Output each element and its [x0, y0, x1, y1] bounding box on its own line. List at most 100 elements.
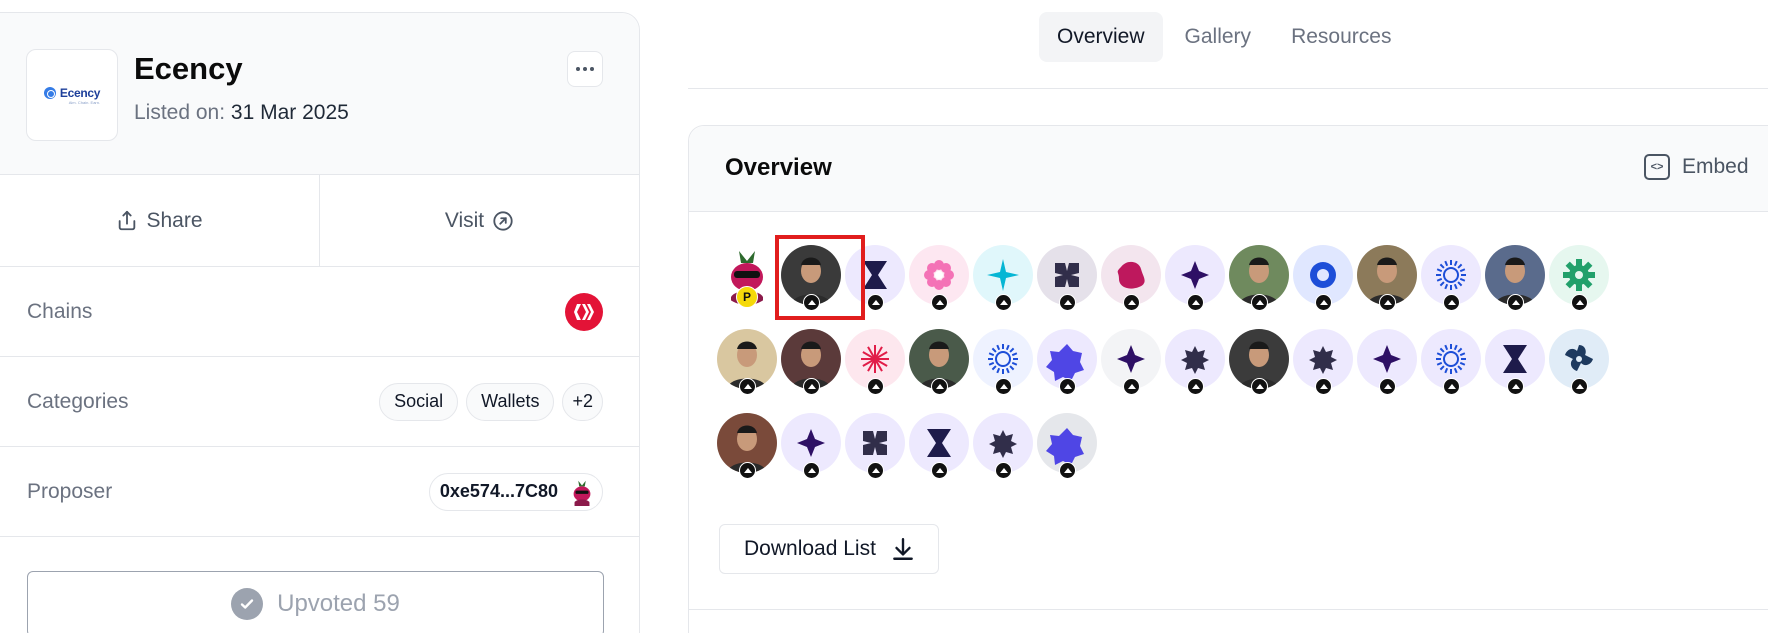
- upvote-arrow-icon: [1187, 378, 1204, 395]
- upvote-arrow-icon: [1443, 294, 1460, 311]
- voter-avatar[interactable]: [717, 413, 777, 479]
- voter-avatar[interactable]: [1485, 329, 1545, 395]
- proposer-avatar: [568, 477, 596, 506]
- voter-avatar[interactable]: [1229, 245, 1289, 311]
- voter-avatar[interactable]: [1485, 245, 1545, 311]
- voter-avatar[interactable]: [1037, 413, 1097, 479]
- check-icon: [231, 588, 264, 620]
- upvote-arrow-icon: [1251, 378, 1268, 395]
- share-icon: [119, 210, 136, 230]
- proposer-row: Proposer 0xe574...7C80: [0, 447, 639, 537]
- listed-label: Listed on:: [134, 101, 226, 124]
- hive-icon[interactable]: [565, 292, 603, 331]
- voter-avatar[interactable]: [909, 413, 969, 479]
- proposer-chip[interactable]: 0xe574...7C80: [428, 472, 603, 511]
- more-options-button[interactable]: [567, 51, 603, 87]
- logo-text: Ecency: [59, 85, 101, 100]
- voter-avatar[interactable]: [845, 329, 905, 395]
- voter-avatar[interactable]: [909, 329, 969, 395]
- upvote-arrow-icon: [1059, 462, 1076, 479]
- voter-avatar[interactable]: [1165, 329, 1225, 395]
- voter-avatar[interactable]: [1421, 329, 1481, 395]
- voter-avatar[interactable]: [1165, 245, 1225, 311]
- project-title: Ecency: [134, 51, 243, 86]
- upvote-arrow-icon: [1059, 378, 1076, 395]
- logo-tagline: Aim. Chain. Earn.: [68, 99, 101, 105]
- upvote-arrow-icon: [1251, 294, 1268, 311]
- voter-avatar[interactable]: [717, 329, 777, 395]
- upvote-arrow-icon: [1315, 294, 1332, 311]
- upvote-arrow-icon: [1571, 378, 1588, 395]
- upvote-arrow-icon: [931, 294, 948, 311]
- voter-avatar[interactable]: [1549, 245, 1609, 311]
- category-chip-more[interactable]: +2: [562, 382, 603, 421]
- categories-row: Categories Social Wallets +2: [0, 357, 639, 447]
- embed-label: Embed: [1682, 155, 1749, 178]
- download-list-button[interactable]: Download List: [719, 524, 939, 574]
- upvote-arrow-icon: [867, 378, 884, 395]
- voter-avatar[interactable]: [781, 413, 841, 479]
- overview-header: Overview <> Embed: [689, 126, 1768, 212]
- voter-avatar[interactable]: [1293, 245, 1353, 311]
- voter-avatar[interactable]: [909, 245, 969, 311]
- voter-avatar[interactable]: [781, 329, 841, 395]
- upvote-arrow-icon: [1123, 294, 1140, 311]
- proposer-badge: P: [736, 286, 758, 308]
- upvote-arrow-icon: [1379, 378, 1396, 395]
- tab-overview[interactable]: Overview: [1039, 12, 1163, 62]
- project-panel: Ecency Aim. Chain. Earn. Ecency Listed o…: [0, 12, 640, 633]
- voter-avatar[interactable]: [1421, 245, 1481, 311]
- tab-divider: [688, 88, 1768, 89]
- voter-avatar[interactable]: [1037, 329, 1097, 395]
- code-icon: <>: [1644, 154, 1670, 180]
- action-bar: Share Visit: [0, 175, 639, 267]
- tab-resources[interactable]: Resources: [1273, 12, 1409, 62]
- upvote-arrow-icon: [1123, 378, 1140, 395]
- visit-button[interactable]: Visit: [319, 175, 639, 266]
- overview-title: Overview: [725, 154, 832, 181]
- upvote-arrow-icon: [739, 462, 756, 479]
- voter-avatar[interactable]: [1357, 245, 1417, 311]
- listed-on: Listed on: 31 Mar 2025: [134, 101, 349, 125]
- upvote-arrow-icon: [1379, 294, 1396, 311]
- project-header: Ecency Aim. Chain. Earn. Ecency Listed o…: [0, 13, 639, 175]
- category-chips: Social Wallets +2: [379, 382, 603, 421]
- voter-avatar[interactable]: [1101, 329, 1161, 395]
- proposer-address: 0xe574...7C80: [439, 481, 558, 501]
- share-button[interactable]: Share: [0, 175, 319, 266]
- tab-bar: Overview Gallery Resources: [1039, 12, 1409, 62]
- voter-avatar[interactable]: [973, 413, 1033, 479]
- categories-label: Categories: [27, 389, 129, 413]
- upvote-arrow-icon: [995, 294, 1012, 311]
- voter-avatar[interactable]: P: [717, 245, 777, 308]
- upvote-arrow-icon: [1315, 378, 1332, 395]
- voter-avatar[interactable]: [1549, 329, 1609, 395]
- upvote-arrow-icon: [995, 378, 1012, 395]
- upvote-arrow-icon: [995, 462, 1012, 479]
- download-icon: [893, 538, 913, 560]
- upvote-arrow-icon: [803, 378, 820, 395]
- upvote-arrow-icon: [1507, 378, 1524, 395]
- voter-avatar[interactable]: [1229, 329, 1289, 395]
- upvote-arrow-icon: [803, 462, 820, 479]
- voter-avatar[interactable]: [845, 413, 905, 479]
- download-label: Download List: [744, 537, 876, 560]
- share-label: Share: [146, 208, 203, 232]
- category-chip-social[interactable]: Social: [379, 382, 459, 421]
- upvote-arrow-icon: [1507, 294, 1524, 311]
- voter-avatar[interactable]: [973, 329, 1033, 395]
- overview-card: Overview <> Embed P Download List: [688, 125, 1768, 633]
- voter-avatar[interactable]: [1293, 329, 1353, 395]
- project-logo: Ecency Aim. Chain. Earn.: [26, 49, 118, 141]
- embed-button[interactable]: <> Embed: [1644, 154, 1749, 180]
- upvote-button[interactable]: Upvoted 59: [27, 571, 604, 633]
- listed-date: 31 Mar 2025: [230, 101, 349, 124]
- tab-gallery[interactable]: Gallery: [1167, 12, 1270, 62]
- voter-avatar[interactable]: [1101, 245, 1161, 311]
- voter-avatar[interactable]: [1357, 329, 1417, 395]
- voter-avatar[interactable]: [1037, 245, 1097, 311]
- more-dots-icon: [576, 67, 580, 71]
- upvote-label: Upvoted 59: [277, 590, 400, 617]
- category-chip-wallets[interactable]: Wallets: [466, 382, 555, 421]
- voter-avatar[interactable]: [973, 245, 1033, 311]
